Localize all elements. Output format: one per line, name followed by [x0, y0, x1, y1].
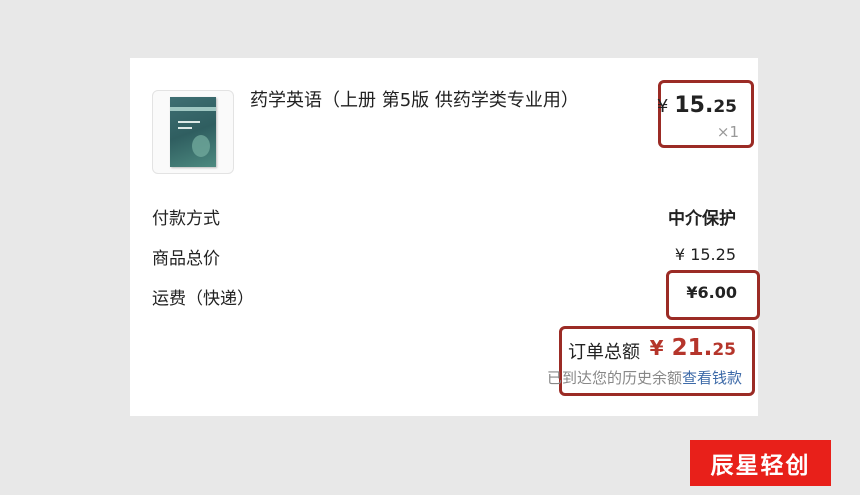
total-decimal: 25 [712, 340, 736, 360]
balance-hint: 已到达您的历史余额查看钱款 [547, 367, 742, 388]
price-integer: 15. [674, 93, 714, 118]
order-total-amount: ¥21.25 [650, 335, 736, 361]
currency-symbol: ¥ [656, 96, 669, 117]
shipping-highlight: ¥6.00 [666, 270, 760, 320]
payment-method-value: 中介保护 [668, 209, 736, 229]
view-funds-link[interactable]: 查看钱款 [682, 369, 742, 387]
balance-hint-text: 已到达您的历史余额 [546, 369, 682, 387]
goods-total-label: 商品总价 [152, 249, 220, 269]
item-price: ¥15.25 [657, 93, 737, 118]
product-thumbnail[interactable] [152, 90, 234, 174]
order-card: 药学英语（上册 第5版 供药学类专业用） ¥15.25 ×1 付款方式 中介保护… [130, 58, 760, 416]
goods-total-value: ¥ 15.25 [674, 245, 736, 264]
shipping-value: ¥6.00 [686, 283, 737, 302]
payment-method-label: 付款方式 [152, 209, 220, 229]
shipping-label: 运费（快递） [152, 289, 254, 309]
book-cover-image [170, 97, 216, 167]
order-total-highlight: 订单总额 ¥21.25 已到达您的历史余额查看钱款 [547, 326, 755, 396]
watermark-badge: 辰星轻创 [690, 440, 831, 486]
item-quantity: ×1 [716, 123, 739, 141]
price-decimal: 25 [713, 97, 737, 117]
product-title[interactable]: 药学英语（上册 第5版 供药学类专业用） [250, 88, 630, 114]
total-currency-symbol: ¥ [649, 336, 664, 360]
item-price-highlight: ¥15.25 ×1 [657, 80, 754, 148]
order-total-label: 订单总额 [568, 342, 640, 363]
total-integer: 21. [671, 335, 713, 361]
